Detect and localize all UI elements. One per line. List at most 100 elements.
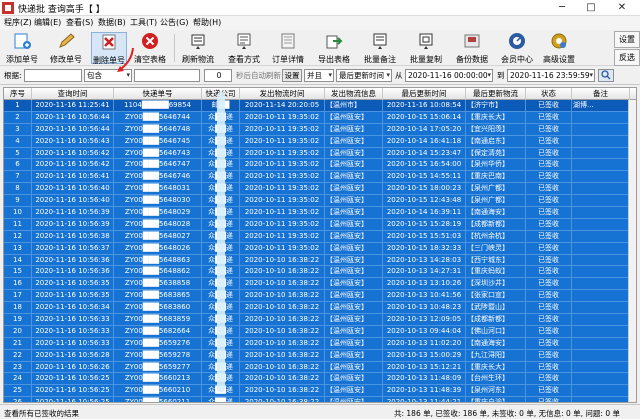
cell-query: 2020-11-16 10:56:40 (32, 195, 114, 207)
settings-side-button[interactable]: 设置 (614, 31, 640, 48)
table-row[interactable]: 72020-11-16 10:56:41ZY00███5646746众██递20… (4, 171, 636, 184)
export-table-button[interactable]: 导出表格 (316, 32, 352, 64)
vertical-scrollbar[interactable] (628, 100, 636, 402)
add-waybill-button[interactable]: 添加单号 (4, 32, 40, 64)
menu-edit[interactable]: 编辑(E) (34, 17, 61, 28)
table-row[interactable]: 242020-11-16 10:56:25ZY00███5660213众██递2… (4, 373, 636, 386)
table-row[interactable]: 112020-11-16 10:56:39ZY00███5648028众██递2… (4, 218, 636, 231)
cell-update-info: 【三门峡灵】 (466, 242, 526, 254)
close-button[interactable]: ✕ (608, 0, 636, 16)
table-row[interactable]: 212020-11-16 10:56:33ZY00███5659276众██递2… (4, 337, 636, 350)
clear-table-button[interactable]: 清空表格 (132, 32, 168, 64)
table-row[interactable]: 52020-11-16 10:56:42ZY00███5646743众██递20… (4, 147, 636, 160)
to-datetime-input[interactable]: 2020-11-16 23:59:59 (507, 69, 595, 82)
cell-send-info: 【温州瓯安】 (325, 159, 383, 171)
column-header-status[interactable]: 状态 (526, 88, 572, 100)
cell-update-time: 2020-10-15 15:28:19 (383, 218, 466, 230)
batch-note-button[interactable]: 批量备注 (362, 32, 398, 64)
table-row[interactable]: 162020-11-16 10:56:35ZY00███5638858众██递2… (4, 278, 636, 291)
cell-update-info: 【泉州广都】 (466, 195, 526, 207)
batch-copy-button[interactable]: 批量复制 (408, 32, 444, 64)
cell-waybill: ZY00███5648026 (114, 242, 202, 254)
table-row[interactable]: 62020-11-16 10:56:42ZY00███5646747众██递20… (4, 159, 636, 172)
menu-program[interactable]: 程序(Z) (4, 17, 32, 28)
cell-no: 22 (4, 349, 32, 361)
cell-waybill: ZY00███5648028 (114, 218, 202, 230)
menu-tools[interactable]: 工具(T) (130, 17, 157, 28)
table-row[interactable]: 122020-11-16 10:56:38ZY00███5648027众██递2… (4, 230, 636, 243)
table-row[interactable]: 192020-11-16 10:56:33ZY00███5683859众██递2… (4, 314, 636, 326)
column-header-send-time[interactable]: 发出物流时间 (240, 88, 325, 100)
filter-label: 根据: (4, 71, 22, 80)
table-row[interactable]: 26 2020-11-16 10:56:25 ZY00███5660211 众██递 2… (4, 397, 636, 402)
column-header-send-info[interactable]: 发出物流信息 (325, 88, 383, 100)
member-center-button[interactable]: 会员中心 (499, 32, 535, 64)
table-row[interactable]: 92020-11-16 10:56:40ZY00███5648030众██递20… (4, 195, 636, 208)
filter-value-input[interactable] (134, 69, 200, 82)
cell-query: 2020-11-16 10:56:26 (32, 361, 114, 373)
cell-send-time: 2020-10-10 16:38:22 (240, 325, 325, 337)
cell-waybill: ZY00███5646746 (114, 171, 202, 183)
cell-status: 已签收 (526, 314, 572, 326)
table-row[interactable]: 202020-11-16 10:56:33ZY00███5682664众██递2… (4, 325, 636, 338)
backup-data-button[interactable]: 备份数据 (454, 32, 490, 64)
table-row[interactable]: 232020-11-16 10:56:26ZY00███5659277众██递2… (4, 361, 636, 374)
column-header-no[interactable]: 序号 (4, 88, 32, 100)
column-header-note[interactable]: 备注 (572, 88, 630, 100)
advanced-settings-button[interactable]: 高级设置 (541, 32, 577, 64)
cell-send-info: 【温州瓯安】 (325, 290, 383, 302)
from-datetime-input[interactable]: 2020-11-16 00:00:00 (405, 69, 493, 82)
cell-update-info: 【重庆蚂蚁】 (466, 266, 526, 278)
menu-view[interactable]: 查看(S) (66, 17, 93, 28)
column-header-waybill[interactable]: 快递单号 (114, 88, 202, 100)
cell-waybill: ZY00███5646748 (114, 123, 202, 135)
table-row[interactable]: 22020-11-16 10:56:44ZY00███5646744众██递20… (4, 111, 636, 124)
table-row[interactable]: 222020-11-16 10:56:28ZY00███5659278众██递2… (4, 349, 636, 362)
filter-mode-select[interactable]: 包含 (84, 69, 132, 82)
view-mode-button[interactable]: 查看方式 (226, 32, 262, 64)
cell-waybill: ZY00███5660210 (114, 385, 202, 397)
cell-update-time: 2020-10-15 15:51:03 (383, 230, 466, 242)
filter-keyword-input[interactable] (24, 69, 82, 82)
maximize-button[interactable]: □ (577, 0, 605, 16)
time-field-select[interactable]: 最后更新时间 (336, 69, 392, 82)
delete-waybill-button[interactable]: 删除单号 (91, 32, 127, 65)
table-row[interactable]: 42020-11-16 10:56:43ZY00███5646745众██递20… (4, 135, 636, 148)
table-row[interactable]: 152020-11-16 10:56:36ZY00███5648862众██递2… (4, 266, 636, 279)
table-row[interactable]: 142020-11-16 10:56:36ZY00███5648863众██递2… (4, 254, 636, 267)
add-waybill-icon (14, 33, 31, 49)
order-detail-button[interactable]: 订单详情 (270, 32, 306, 64)
column-header-query[interactable]: 查询时间 (32, 88, 114, 100)
refresh-icon (191, 34, 205, 49)
table-row[interactable]: 132020-11-16 10:56:37ZY00███5648026众██递2… (4, 242, 636, 255)
interval-set-button[interactable]: 设置 (282, 69, 302, 82)
cell-send-info: 【温州瓯安】 (325, 195, 383, 207)
cell-update-time: 2020-10-15 14:55:11 (383, 171, 466, 183)
refresh-interval-input[interactable]: 0 (204, 69, 232, 82)
table-row[interactable]: 12020-11-16 11:25:411104█████69854邮██202… (4, 100, 636, 112)
logic-select[interactable]: 并且 (304, 69, 334, 82)
menu-data[interactable]: 数据(B) (98, 17, 126, 28)
minimize-button[interactable]: ─ (548, 0, 576, 16)
menu-notice[interactable]: 公告(G) (160, 17, 188, 28)
table-row[interactable]: 182020-11-16 10:56:34ZY00███5683860众██递2… (4, 302, 636, 315)
waybill-table[interactable]: 序号查询时间快递单号快递公司发出物流时间发出物流信息最后更新时间最后更新物流状态… (3, 87, 637, 403)
table-row[interactable]: 32020-11-16 10:56:44ZY00███5646748众██递20… (4, 123, 636, 136)
cell-no: 24 (4, 373, 32, 385)
table-row[interactable]: 252020-11-16 10:56:25ZY00███5660210众██递2… (4, 385, 636, 398)
cell-send-info: 【温州瓯安】 (325, 302, 383, 314)
table-row[interactable]: 172020-11-16 10:56:35ZY00███5683865众██递2… (4, 290, 636, 303)
cell-note (572, 135, 630, 147)
cell-send-info: 【温州瓯安】 (325, 254, 383, 266)
invert-selection-button[interactable]: 反选 (614, 49, 640, 66)
search-button[interactable] (598, 69, 614, 82)
column-header-update-time[interactable]: 最后更新时间 (383, 88, 466, 100)
refresh-logistics-button[interactable]: 刷新物流 (180, 32, 216, 64)
table-row[interactable]: 82020-11-16 10:56:40ZY00███5648031众██递20… (4, 183, 636, 196)
edit-waybill-button[interactable]: 修改单号 (48, 32, 84, 64)
cell-send-info: 【温州瓯安】 (325, 135, 383, 147)
table-row[interactable]: 102020-11-16 10:56:39ZY00███5648029众██递2… (4, 207, 636, 219)
column-header-update-info[interactable]: 最后更新物流 (466, 88, 526, 100)
cell-no: 8 (4, 183, 32, 195)
menu-help[interactable]: 帮助(H) (193, 17, 221, 28)
